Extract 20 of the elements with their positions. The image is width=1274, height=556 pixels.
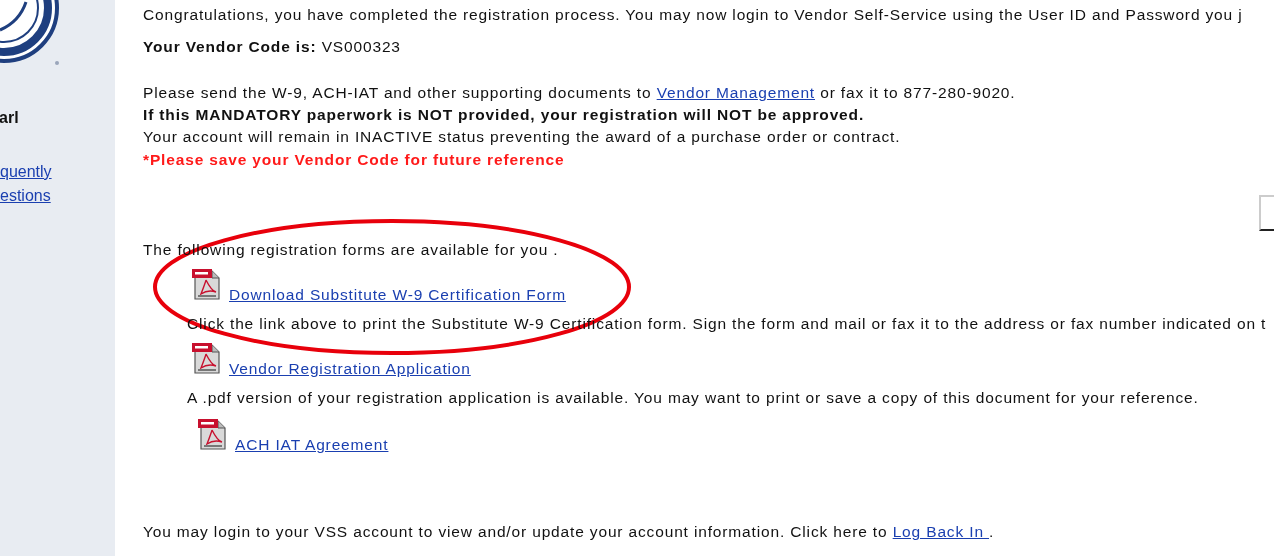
warning-text: If this MANDATORY paperwork is NOT provided, your registration will NOT be approved.: [143, 105, 866, 125]
form-description: A .pdf version of your registration application is available. You may want to print or save a copy of this document for your reference.: [187, 388, 1200, 408]
save-reminder: *Please save your Vendor Code for future reference: [143, 150, 566, 170]
form-download-link[interactable]: Vendor Registration Application: [229, 360, 471, 378]
login-text: You may login to your VSS account to view and/or update your account information. Click here to Log Back In .: [143, 522, 996, 542]
form-download-link[interactable]: Download Substitute W-9 Certification Form: [229, 286, 566, 304]
sidebar-link[interactable]: quently: [0, 160, 52, 184]
vendor-management-link[interactable]: Vendor Management: [656, 84, 815, 101]
form-download-link[interactable]: ACH IAT Agreement: [235, 436, 389, 454]
send-documents-text: Please send the W-9, ACH-IAT and other supporting documents to Vendor Management or fax it to 877-280-9020.: [143, 83, 1017, 103]
sidebar-heading: arl: [0, 108, 20, 128]
log-back-in-link[interactable]: Log Back In: [892, 523, 989, 540]
seal-logo: [0, 0, 60, 68]
pdf-file-icon: [191, 268, 221, 300]
vendor-code-text: Your Vendor Code is: VS000323: [143, 37, 402, 57]
pdf-file-icon: [197, 418, 227, 450]
intro-text: Congratulations, you have completed the registration process. You may now login to Vendor Self-Service using the User ID and Password you j: [143, 5, 1244, 25]
status-text: Your account will remain in INACTIVE status preventing the award of a purchase order or contract.: [143, 127, 902, 147]
sidebar-link[interactable]: estions: [0, 184, 51, 208]
pdf-file-icon: [191, 342, 221, 374]
